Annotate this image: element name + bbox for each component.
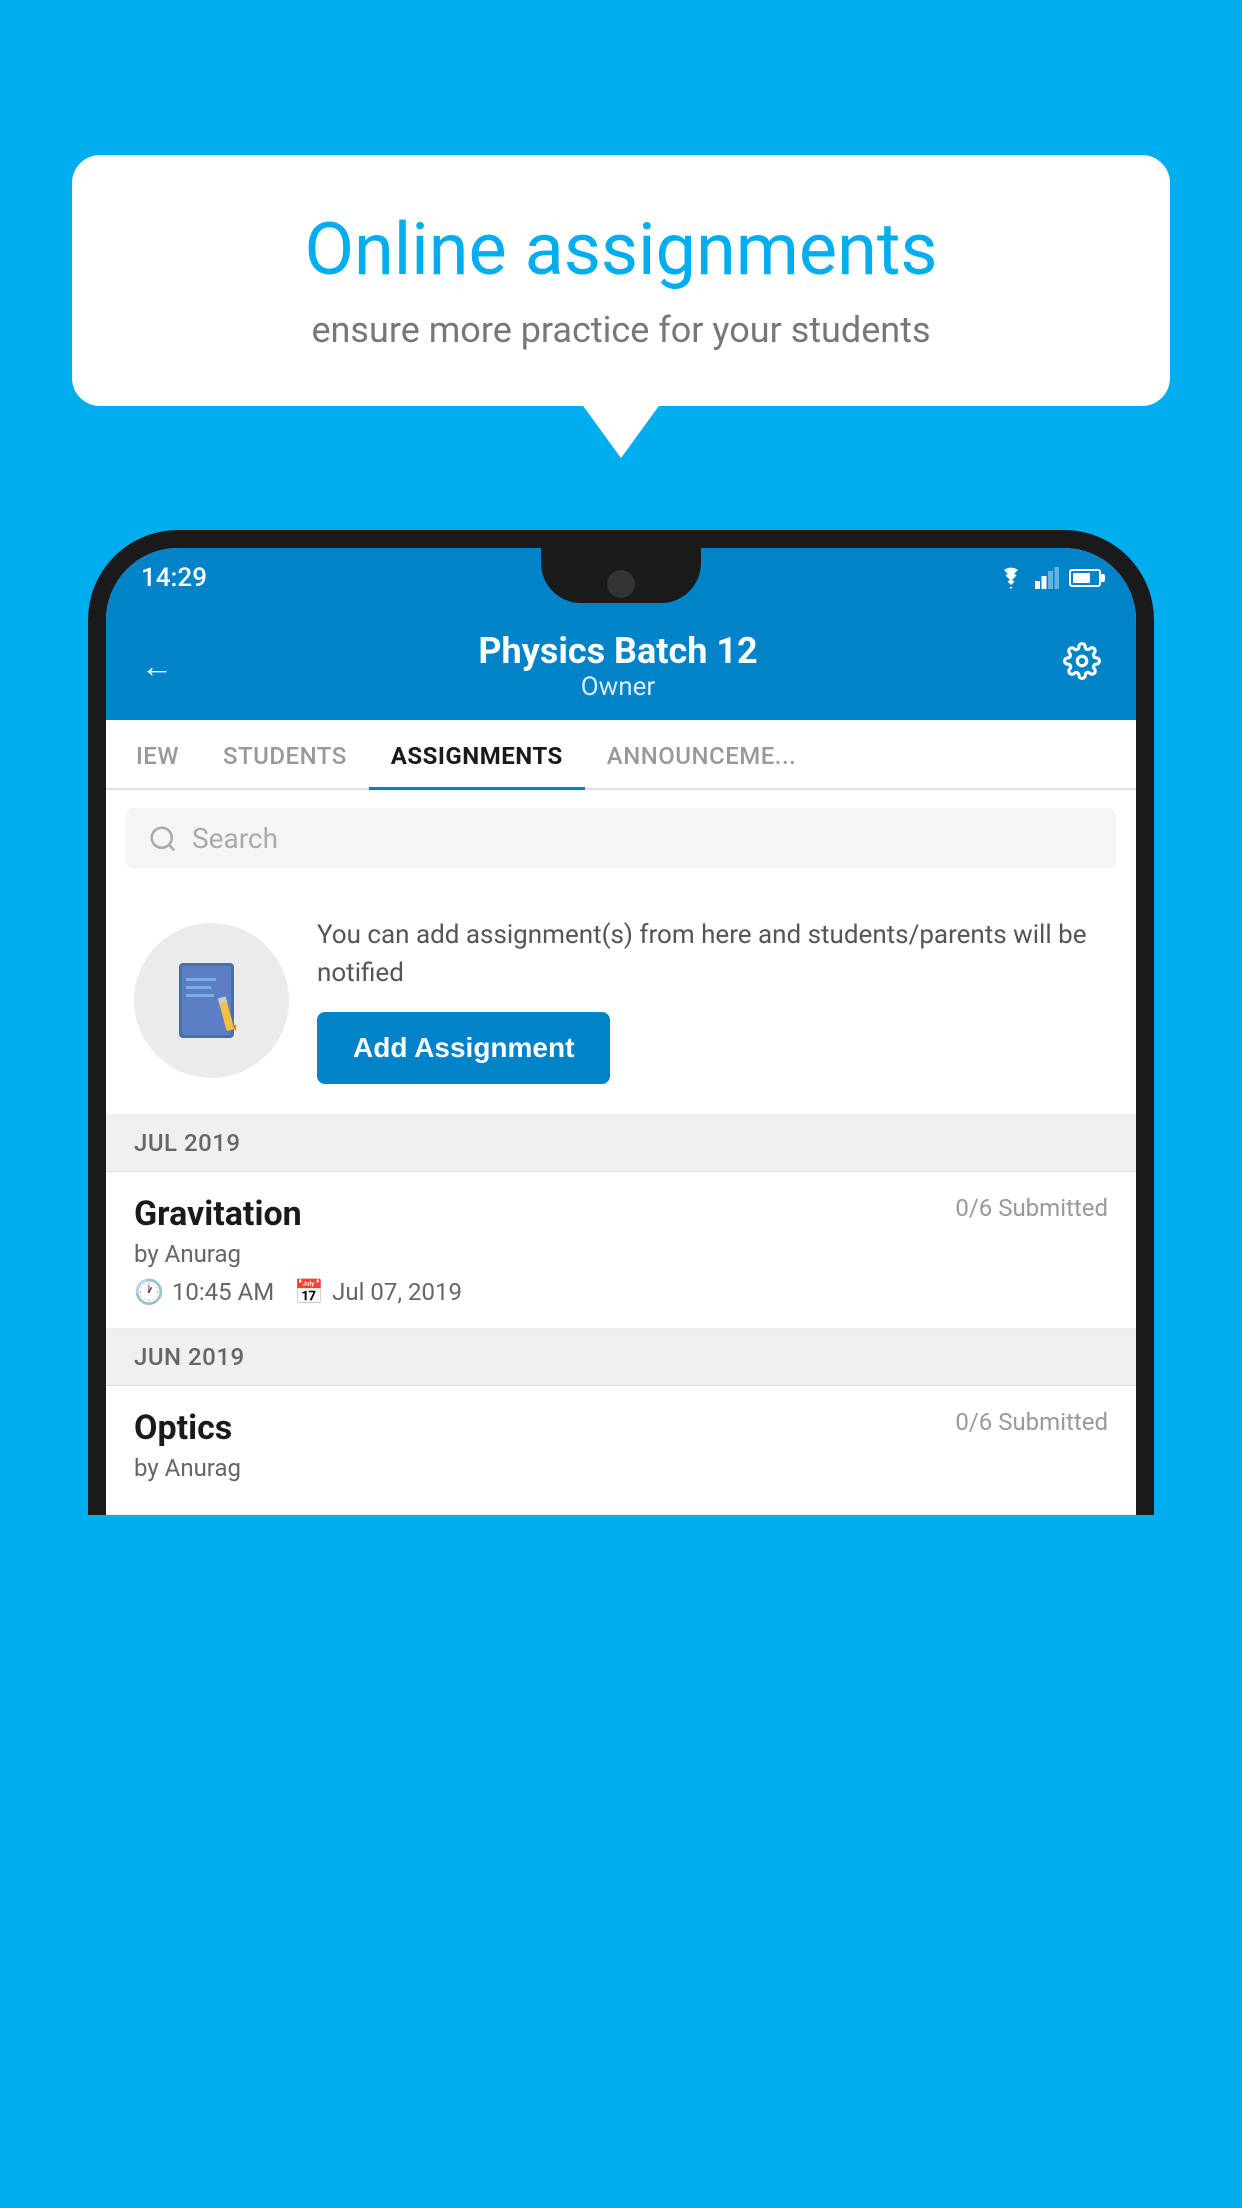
phone-outer: 14:29: [88, 530, 1154, 1515]
info-description: You can add assignment(s) from here and …: [317, 917, 1108, 992]
header-subtitle: Owner: [478, 672, 757, 702]
tab-announcements[interactable]: ANNOUNCEME...: [585, 720, 819, 788]
assignment-name-optics: Optics: [134, 1408, 232, 1448]
speech-bubble-container: Online assignments ensure more practice …: [72, 155, 1170, 406]
add-assignment-button[interactable]: Add Assignment: [317, 1012, 610, 1084]
assignment-item-gravitation[interactable]: Gravitation 0/6 Submitted by Anurag 🕐 10…: [106, 1172, 1136, 1329]
search-icon: [148, 824, 178, 854]
phone-screen: 14:29: [106, 548, 1136, 1515]
battery-icon: [1069, 569, 1101, 587]
search-placeholder: Search: [192, 822, 278, 855]
back-button[interactable]: ←: [141, 647, 173, 685]
assignment-by-optics: by Anurag: [134, 1454, 1108, 1482]
assignment-by: by Anurag: [134, 1240, 1108, 1268]
settings-button[interactable]: [1063, 642, 1101, 690]
phone-camera: [607, 570, 635, 598]
status-icons: [997, 567, 1101, 589]
gear-icon: [1063, 642, 1101, 680]
assignment-top: Gravitation 0/6 Submitted: [134, 1194, 1108, 1234]
header-title: Physics Batch 12: [478, 630, 757, 672]
wifi-icon: [997, 567, 1025, 589]
assignment-top-optics: Optics 0/6 Submitted: [134, 1408, 1108, 1448]
status-time: 14:29: [141, 563, 207, 593]
calendar-icon: 📅: [294, 1278, 324, 1306]
assignment-meta: 🕐 10:45 AM 📅 Jul 07, 2019: [134, 1278, 1108, 1306]
speech-bubble-subtitle: ensure more practice for your students: [132, 309, 1110, 351]
tab-students[interactable]: STUDENTS: [201, 720, 369, 788]
app-header: ← Physics Batch 12 Owner: [106, 608, 1136, 720]
info-text: You can add assignment(s) from here and …: [317, 917, 1108, 1084]
clock-icon: 🕐: [134, 1278, 164, 1306]
speech-bubble: Online assignments ensure more practice …: [72, 155, 1170, 406]
phone-notch: [541, 548, 701, 603]
tab-iew[interactable]: IEW: [114, 720, 201, 788]
tabs-row: IEW STUDENTS ASSIGNMENTS ANNOUNCEME...: [106, 720, 1136, 790]
assignment-submitted: 0/6 Submitted: [955, 1194, 1108, 1222]
assignment-submitted-optics: 0/6 Submitted: [955, 1408, 1108, 1436]
phone-frame: 14:29: [88, 530, 1154, 2208]
assignment-name: Gravitation: [134, 1194, 302, 1234]
month-header-jun: JUN 2019: [106, 1329, 1136, 1386]
info-card: You can add assignment(s) from here and …: [106, 887, 1136, 1115]
assignment-item-optics[interactable]: Optics 0/6 Submitted by Anurag: [106, 1386, 1136, 1515]
month-header-jul: JUL 2019: [106, 1115, 1136, 1172]
search-container: Search: [106, 790, 1136, 887]
search-box[interactable]: Search: [126, 808, 1116, 869]
header-center: Physics Batch 12 Owner: [478, 630, 757, 702]
signal-icon: [1035, 567, 1059, 589]
assignment-icon-circle: [134, 923, 289, 1078]
tab-assignments[interactable]: ASSIGNMENTS: [369, 720, 585, 788]
speech-bubble-title: Online assignments: [132, 210, 1110, 289]
notebook-icon: [174, 958, 249, 1043]
assignment-date: 📅 Jul 07, 2019: [294, 1278, 462, 1306]
assignment-time: 🕐 10:45 AM: [134, 1278, 274, 1306]
